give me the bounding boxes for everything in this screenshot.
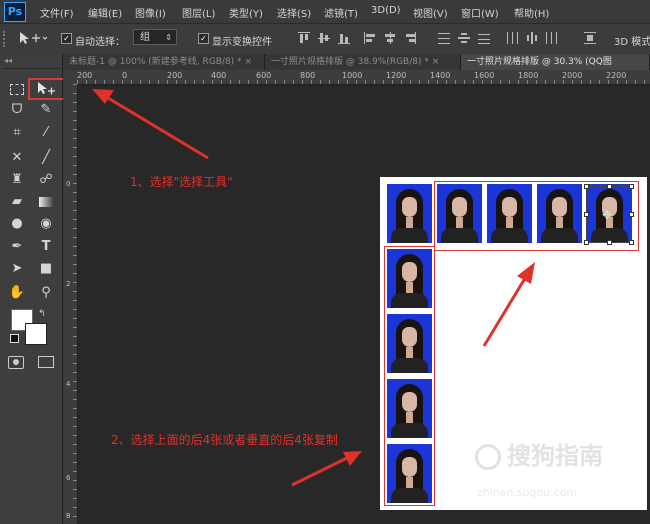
annotation-step-2: 2、选择上面的后4张或者垂直的后4张复制 xyxy=(111,433,338,447)
watermark-logo: 搜狗指南 xyxy=(475,436,603,471)
arrow-to-move-tool xyxy=(107,96,209,160)
arrow-to-top-row-head xyxy=(517,262,535,284)
watermark-url: zhinan.sogou.com xyxy=(477,486,578,499)
arrow-to-move-tool-head xyxy=(92,89,114,104)
arrow-to-column xyxy=(291,456,348,487)
sogou-logo-icon xyxy=(475,444,501,470)
annotation-step-1: 1、选择"选择工具" xyxy=(130,175,233,189)
arrow-to-top-row xyxy=(482,274,529,347)
